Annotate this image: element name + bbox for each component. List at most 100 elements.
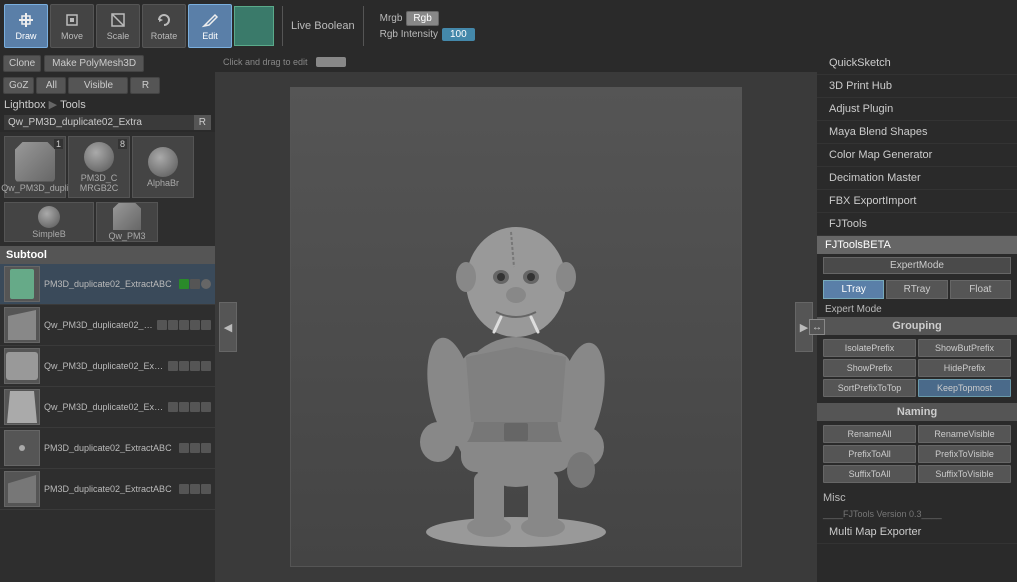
show-but-prefix-button[interactable]: ShowButPrefix (918, 339, 1011, 357)
draw-tool-button[interactable]: Draw (4, 4, 48, 48)
prefix-to-visible-button[interactable]: PrefixToVisible (918, 445, 1011, 463)
subtool-list[interactable]: PM3D_duplicate02_ExtractABC Qw_PM3D_dupl… (0, 264, 215, 582)
rgb-button[interactable]: Rgb (406, 11, 438, 26)
rename-visible-button[interactable]: RenameVisible (918, 425, 1011, 443)
rename-all-button[interactable]: RenameAll (823, 425, 916, 443)
subtool-shape-4 (19, 445, 25, 451)
resize-handle[interactable]: ↔ (809, 319, 825, 335)
expert-mode-button[interactable]: ExpertMode (823, 257, 1011, 274)
subtool-shape-0 (10, 269, 34, 299)
mrgb-label: Mrgb (380, 13, 403, 24)
lightbox-row: Lightbox ▶ Tools (0, 96, 215, 113)
si-4b (190, 443, 200, 453)
scale-icon (109, 11, 127, 29)
menu-fjtools[interactable]: FJTools (817, 213, 1017, 236)
model-canvas[interactable] (290, 87, 742, 567)
expert-mode-label: Expert Mode (817, 302, 1017, 317)
si-3c (190, 402, 200, 412)
version-row: ____FJTools Version 0.3____ (817, 507, 1017, 521)
si-1b (168, 320, 178, 330)
isolate-prefix-button[interactable]: IsolatePrefix (823, 339, 916, 357)
brush-name-1: Qw_PM3D_dupli (1, 183, 69, 193)
keep-topmost-button[interactable]: KeepTopmost (918, 379, 1011, 397)
r-button[interactable]: R (130, 77, 160, 94)
main-content: Clone Make PolyMesh3D GoZ All Visible R … (0, 52, 1017, 582)
subtool-item-4[interactable]: PM3D_duplicate02_ExtractABC (0, 428, 215, 469)
brush-thumb-3[interactable]: AlphaBr (132, 136, 194, 198)
plugin-r-button[interactable]: R (194, 115, 211, 130)
subtool-item-3[interactable]: Qw_PM3D_duplicate02_Extract (0, 387, 215, 428)
prefix-to-all-button[interactable]: PrefixToAll (823, 445, 916, 463)
canvas-left-arrow[interactable]: ◀ (219, 302, 237, 352)
subtool-icons-5 (179, 484, 211, 494)
fjtoolsbeta-header[interactable]: FJToolsBETA (817, 236, 1017, 254)
toolbar-separator-1 (282, 6, 283, 46)
subtool-name-3: Qw_PM3D_duplicate02_Extract (44, 402, 164, 412)
make-polymesh-button[interactable]: Make PolyMesh3D (44, 55, 144, 72)
naming-row-3: SuffixToAll SuffixToVisible (823, 465, 1011, 483)
visible-button[interactable]: Visible (68, 77, 128, 94)
sort-prefix-button[interactable]: SortPrefixToTop (823, 379, 916, 397)
rotate-tool-button[interactable]: Rotate (142, 4, 186, 48)
rgb-intensity-value[interactable]: 100 (442, 28, 475, 41)
lightbox-button[interactable]: Lightbox (4, 99, 46, 111)
grouping-row-3: SortPrefixToTop KeepTopmost (823, 379, 1011, 397)
draw-icon (17, 11, 35, 29)
float-button[interactable]: Float (950, 280, 1011, 299)
brush-thumb-alpha[interactable]: SimpleB (4, 202, 94, 242)
edit-tool-button[interactable]: Edit (188, 4, 232, 48)
all-button[interactable]: All (36, 77, 66, 94)
menu-fbx[interactable]: FBX ExportImport (817, 190, 1017, 213)
canvas-area: Click and drag to edit ◀ (215, 52, 817, 582)
clone-button[interactable]: Clone (3, 55, 41, 72)
si-2d (201, 361, 211, 371)
subtool-item-5[interactable]: PM3D_duplicate02_ExtractABC (0, 469, 215, 510)
subtool-shape-2 (6, 352, 38, 380)
scale-tool-button[interactable]: Scale (96, 4, 140, 48)
subtool-item-1[interactable]: Qw_PM3D_duplicate02_Extract (0, 305, 215, 346)
canvas-main[interactable]: ◀ (215, 72, 817, 582)
subtool-shape-3 (7, 391, 37, 423)
brush-thumb-qw[interactable]: Qw_PM3 (96, 202, 158, 242)
si-5c (201, 484, 211, 494)
naming-section: RenameAll RenameVisible PrefixToAll Pref… (817, 421, 1017, 489)
move-tool-button[interactable]: Move (50, 4, 94, 48)
move-icon (63, 11, 81, 29)
brush-badge-1: 1 (54, 139, 63, 149)
brush-thumb-1[interactable]: 1 Qw_PM3D_dupli (4, 136, 66, 198)
brush-thumb-2[interactable]: 8 PM3D_C MRGB2C (68, 136, 130, 198)
suffix-to-all-button[interactable]: SuffixToAll (823, 465, 916, 483)
subtool-thumb-5 (4, 471, 40, 507)
menu-colormap[interactable]: Color Map Generator (817, 144, 1017, 167)
multi-map-exporter[interactable]: Multi Map Exporter (817, 521, 1017, 544)
subtool-item-0[interactable]: PM3D_duplicate02_ExtractABC (0, 264, 215, 305)
rgb-group: Mrgb Rgb Rgb Intensity 100 (380, 11, 475, 41)
top-toolbar: Draw Move Scale (0, 0, 1017, 52)
si-1e (201, 320, 211, 330)
menu-adjust[interactable]: Adjust Plugin (817, 98, 1017, 121)
rgb-intensity-label: Rgb Intensity (380, 29, 438, 40)
subtool-icons-0 (179, 279, 211, 289)
menu-maya[interactable]: Maya Blend Shapes (817, 121, 1017, 144)
subtool-header[interactable]: Subtool (0, 246, 215, 264)
tools-button[interactable]: Tools (60, 99, 86, 111)
rtray-button[interactable]: RTray (886, 280, 947, 299)
subtool-name-4: PM3D_duplicate02_ExtractABC (44, 443, 175, 453)
subtool-thumb-2 (4, 348, 40, 384)
subtool-shape-5 (8, 475, 36, 503)
goz-button[interactable]: GoZ (3, 77, 34, 94)
ltray-button[interactable]: LTray (823, 280, 884, 299)
menu-decimation[interactable]: Decimation Master (817, 167, 1017, 190)
brush-name-2: PM3D_C MRGB2C (69, 173, 129, 193)
show-prefix-button[interactable]: ShowPrefix (823, 359, 916, 377)
subtool-name-1: Qw_PM3D_duplicate02_Extract (44, 320, 153, 330)
right-panel: QuickSketch 3D Print Hub Adjust Plugin M… (817, 52, 1017, 582)
menu-3dprint[interactable]: 3D Print Hub (817, 75, 1017, 98)
menu-quicksketch[interactable]: QuickSketch (817, 52, 1017, 75)
hide-prefix-button[interactable]: HidePrefix (918, 359, 1011, 377)
naming-row-2: PrefixToAll PrefixToVisible (823, 445, 1011, 463)
subtool-item-2[interactable]: Qw_PM3D_duplicate02_Extract (0, 346, 215, 387)
canvas-bar-indicator (316, 57, 346, 67)
suffix-to-visible-button[interactable]: SuffixToVisible (918, 465, 1011, 483)
teal-mode-box[interactable] (234, 6, 274, 46)
